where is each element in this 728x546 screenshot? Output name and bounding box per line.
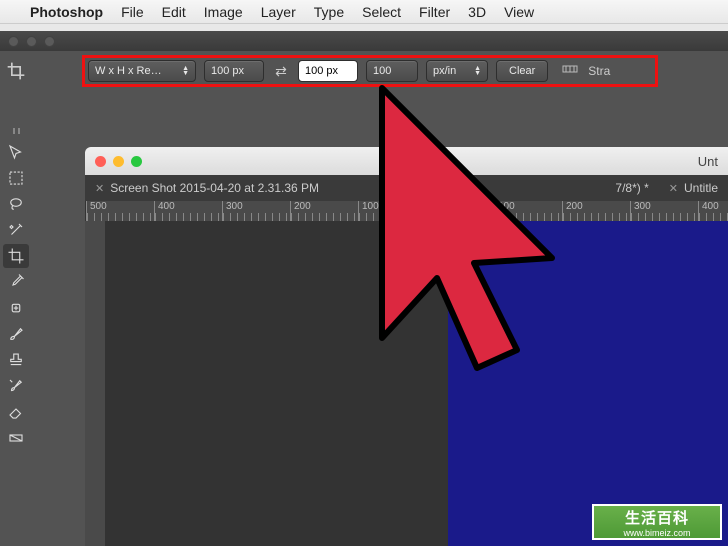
- toolbox: [0, 122, 32, 546]
- lasso-tool[interactable]: [3, 192, 29, 216]
- close-tab-icon[interactable]: ✕: [669, 182, 678, 195]
- ruler-tick: 300: [630, 201, 698, 221]
- watermark-title: 生活百科: [625, 507, 689, 528]
- resolution-unit-dropdown[interactable]: px/in ▲▼: [426, 60, 488, 82]
- document-tab-1-suffix: 7/8*) *: [605, 175, 658, 201]
- crop-tool[interactable]: [3, 244, 29, 268]
- crop-preset-label: W x H x Re…: [95, 65, 162, 77]
- ruler-tick: 200: [562, 201, 630, 221]
- menu-3d[interactable]: 3D: [468, 4, 486, 20]
- eraser-tool[interactable]: [3, 400, 29, 424]
- stamp-tool[interactable]: [3, 348, 29, 372]
- crop-preset-dropdown[interactable]: W x H x Re… ▲▼: [88, 60, 196, 82]
- app-name[interactable]: Photoshop: [30, 4, 103, 20]
- menu-file[interactable]: File: [121, 4, 144, 20]
- window-minimize-button[interactable]: [26, 36, 37, 47]
- document-titlebar: Unt: [85, 147, 728, 175]
- mac-menubar: Photoshop File Edit Image Layer Type Sel…: [0, 0, 728, 24]
- history-brush-tool[interactable]: [3, 374, 29, 398]
- swap-dimensions-icon[interactable]: ⇄: [272, 63, 290, 80]
- document-title: Unt: [142, 154, 728, 169]
- document-tab-1[interactable]: ✕ Screen Shot 2015-04-20 at 2.31.36 PM: [85, 175, 329, 201]
- clear-button[interactable]: Clear: [496, 60, 548, 82]
- document-tab-2[interactable]: ✕ Untitle: [659, 175, 728, 201]
- straighten-label[interactable]: Stra: [588, 64, 610, 78]
- ruler-tick: 400: [698, 201, 728, 221]
- straighten-icon[interactable]: [562, 61, 580, 82]
- doc-close-button[interactable]: [95, 156, 106, 167]
- crop-resolution-input[interactable]: 100: [366, 60, 418, 82]
- ruler-tick: 100: [494, 201, 562, 221]
- menu-image[interactable]: Image: [204, 4, 243, 20]
- doc-zoom-button[interactable]: [131, 156, 142, 167]
- healing-tool[interactable]: [3, 296, 29, 320]
- move-tool[interactable]: [3, 140, 29, 164]
- wand-tool[interactable]: [3, 218, 29, 242]
- crop-width-input[interactable]: 100 px: [204, 60, 264, 82]
- ruler-tick: 500: [86, 201, 154, 221]
- ruler-vertical[interactable]: [85, 221, 105, 546]
- close-tab-icon[interactable]: ✕: [95, 182, 104, 195]
- artboard[interactable]: [448, 221, 728, 546]
- crop-height-input[interactable]: 100 px: [298, 60, 358, 82]
- menu-filter[interactable]: Filter: [419, 4, 450, 20]
- options-bar: W x H x Re… ▲▼ 100 px ⇄ 100 px 100 px/in…: [0, 51, 728, 91]
- canvas-area[interactable]: [105, 221, 728, 546]
- window-close-button[interactable]: [8, 36, 19, 47]
- marquee-tool[interactable]: [3, 166, 29, 190]
- document-tabbar: ✕ Screen Shot 2015-04-20 at 2.31.36 PM 7…: [85, 175, 728, 201]
- ruler-tick: 200: [290, 201, 358, 221]
- ruler-tick: 0: [426, 201, 494, 221]
- photoshop-window: W x H x Re… ▲▼ 100 px ⇄ 100 px 100 px/in…: [0, 31, 728, 546]
- menu-select[interactable]: Select: [362, 4, 401, 20]
- dropdown-arrows-icon: ▲▼: [474, 66, 481, 76]
- ruler-tick: 100: [358, 201, 426, 221]
- crop-tool-icon: [6, 61, 26, 81]
- menu-edit[interactable]: Edit: [162, 4, 186, 20]
- menu-type[interactable]: Type: [314, 4, 344, 20]
- window-zoom-button[interactable]: [44, 36, 55, 47]
- gradient-tool[interactable]: [3, 426, 29, 450]
- menu-view[interactable]: View: [504, 4, 534, 20]
- watermark-url: www.bimeiz.com: [623, 528, 690, 538]
- watermark: 生活百科 www.bimeiz.com: [592, 504, 722, 540]
- ruler-horizontal[interactable]: 500 400 300 200 100 0 100 200 300 400: [85, 201, 728, 221]
- ruler-tick: 300: [222, 201, 290, 221]
- doc-minimize-button[interactable]: [113, 156, 124, 167]
- window-titlebar: [0, 31, 728, 51]
- brush-tool[interactable]: [3, 322, 29, 346]
- menu-layer[interactable]: Layer: [261, 4, 296, 20]
- eyedropper-tool[interactable]: [3, 270, 29, 294]
- ruler-tick: 400: [154, 201, 222, 221]
- toolbox-grip[interactable]: [4, 128, 28, 134]
- dropdown-arrows-icon: ▲▼: [182, 66, 189, 76]
